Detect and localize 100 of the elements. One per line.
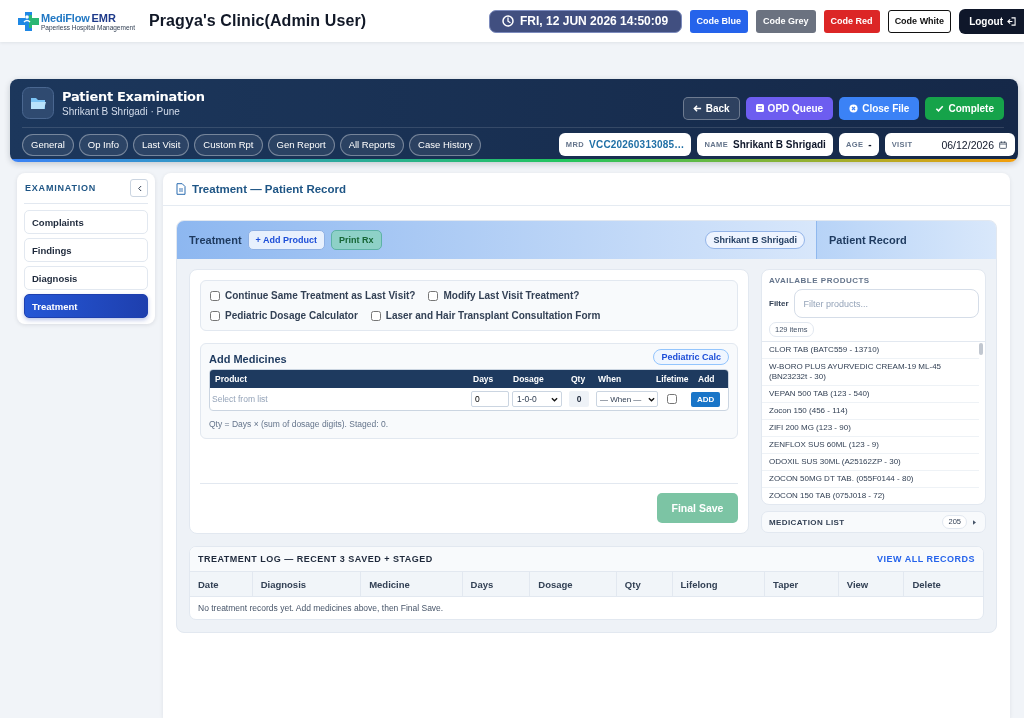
qty-hint: Qty = Days × (sum of dosage digits). Staged: 0.	[209, 419, 390, 429]
column-header: Days	[472, 374, 495, 384]
pediatric-calc-button[interactable]: Pediatric Calc	[653, 349, 729, 365]
dosage-select[interactable]: 1-0-0	[512, 391, 562, 407]
arrow-left-icon	[692, 103, 702, 113]
close-file-button[interactable]: Close File	[839, 96, 920, 120]
chip-value: VCC20260313085…	[589, 139, 685, 150]
print-button[interactable]: Print Rx	[331, 230, 382, 250]
patient-tag: Shrikant B Shrigadi	[705, 231, 805, 249]
section-title: Treatment — Patient Record	[192, 183, 346, 195]
patient-record-title: Patient Record	[829, 234, 907, 246]
code-alert-button[interactable]: Code White	[887, 9, 952, 33]
product-item[interactable]: W-BORO PLUS AYURVEDIC CREAM-19 ML-45 (BN23232t - 30)	[762, 359, 979, 386]
column-header: Qty	[616, 572, 673, 596]
chip-value: Shrikant B Shrigadi	[733, 139, 826, 150]
column-header: Add	[697, 374, 716, 384]
nav-tab[interactable]: General	[22, 133, 74, 156]
checkbox[interactable]	[428, 290, 439, 301]
datetime-display: FRI, 12 JUN 2026 14:50:09	[488, 9, 682, 33]
close-icon	[849, 103, 859, 113]
checkbox-label: Pediatric Dosage Calculator	[225, 310, 358, 321]
nav-tab[interactable]: Case History	[409, 133, 482, 156]
lifetime-checkbox[interactable]	[667, 394, 677, 404]
queue-button[interactable]: OPD Queue	[745, 96, 834, 120]
days-field[interactable]: 0	[471, 391, 509, 407]
logo-name: MediFlow	[41, 11, 90, 24]
scrollbar-thumb[interactable]	[979, 343, 983, 355]
column-header: View	[838, 572, 905, 596]
add-medicines-title: Add Medicines	[209, 352, 287, 365]
column-header: Dosage	[530, 572, 617, 596]
sidebar-item[interactable]: Findings	[24, 238, 148, 262]
sidebar-item[interactable]: Diagnosis	[24, 266, 148, 290]
medication-list-title: MEDICATION LIST	[769, 517, 845, 527]
product-item[interactable]: VEPAN 500 TAB (123 - 540)	[762, 386, 979, 403]
calendar-icon	[999, 140, 1007, 149]
chevron-down-icon	[648, 396, 655, 402]
chevron-left-icon	[136, 184, 142, 192]
add-button[interactable]: ADD	[691, 391, 721, 407]
product-item[interactable]: ZIFI 200 MG (123 - 90)	[762, 420, 979, 437]
list-icon	[755, 104, 764, 112]
back-button[interactable]: Back	[682, 96, 740, 120]
logout-button[interactable]: Logout	[959, 8, 1024, 34]
nav-tab[interactable]: Gen Report	[267, 133, 335, 156]
column-header: Dosage	[512, 374, 545, 384]
caret-right-icon	[973, 519, 976, 525]
treatment-log-title: TREATMENT LOG — RECENT 3 SAVED + STAGED	[198, 554, 433, 564]
check-icon	[935, 103, 945, 113]
add-product-button[interactable]: + Add Product	[247, 230, 325, 250]
column-header: Delete	[911, 577, 942, 592]
view-all-records-link[interactable]: VIEW ALL RECORDS	[877, 554, 975, 564]
column-header: Days	[462, 572, 531, 596]
sidebar-title: EXAMINATION	[25, 183, 97, 193]
product-item[interactable]: CLOR TAB (BATC559 - 13710)	[762, 342, 979, 359]
code-alert-button[interactable]: Code Grey	[756, 9, 816, 33]
when-select[interactable]: — When —	[596, 391, 658, 407]
checkbox-label: Laser and Hair Transplant Consultation Form	[385, 310, 601, 321]
nav-tab[interactable]: Last Visit	[133, 133, 190, 156]
nav-tab[interactable]: Custom Rpt	[194, 133, 263, 156]
treatment-title: Treatment	[189, 234, 242, 246]
code-alert-button[interactable]: Code Red	[823, 9, 880, 33]
product-item[interactable]: ODOXIL SUS 30ML (A25162ZP - 30)	[762, 454, 979, 471]
checkbox-label: Modify Last Visit Treatment?	[443, 290, 580, 301]
code-alert-button[interactable]: Code Blue	[689, 9, 749, 33]
product-item[interactable]: Zocon 150 (456 - 114)	[762, 403, 979, 420]
chevron-down-icon	[551, 396, 558, 402]
qty-value: 0	[569, 391, 589, 407]
document-icon	[176, 183, 186, 195]
logo-icon	[18, 11, 40, 31]
column-header: Diagnosis	[252, 572, 362, 596]
checkbox[interactable]	[210, 310, 220, 321]
products-title: AVAILABLE PRODUCTS	[768, 276, 871, 285]
column-header: Product	[215, 374, 249, 384]
column-header: Medicine	[361, 572, 463, 596]
product-item[interactable]: ZOCON 50MG DT TAB. (055F0144 - 80)	[762, 471, 979, 488]
column-header: When	[597, 374, 623, 384]
logo-suffix: EMR	[91, 11, 116, 24]
column-header: Lifelong	[672, 572, 766, 596]
logout-icon	[1007, 16, 1016, 26]
sidebar-item[interactable]: Complaints	[24, 210, 148, 234]
chip-value: -	[868, 139, 872, 150]
filter-label: Filter	[769, 299, 789, 308]
patient-subtitle: Shrikant B Shrigadi · Pune	[62, 106, 181, 117]
column-header: Qty	[570, 374, 587, 384]
checkbox[interactable]	[210, 290, 220, 301]
sidebar-item[interactable]: Treatment	[24, 294, 148, 318]
column-header: Taper	[765, 572, 839, 596]
nav-tab[interactable]: All Reports	[339, 133, 405, 156]
product-item[interactable]: ZENFLOX SUS 60ML (123 - 9)	[762, 437, 979, 454]
checkbox-label: Continue Same Treatment as Last Visit?	[225, 290, 416, 301]
checkbox[interactable]	[370, 310, 381, 321]
column-header: Date	[190, 572, 253, 596]
clock-icon	[502, 15, 515, 27]
date-value: 06/12/2026	[941, 138, 994, 151]
filter-field[interactable]: Filter products...	[793, 289, 979, 318]
nav-tab[interactable]: Op Info	[78, 133, 128, 156]
clinic-title: Pragya's Clinic(Admin User)	[148, 12, 367, 30]
page-title: Patient Examination	[62, 89, 205, 104]
column-header: Lifetime	[655, 374, 690, 384]
product-item[interactable]: ZOCON 150 TAB (075J018 - 72)	[762, 488, 979, 504]
empty-message: No treatment records yet. Add medicines above, then Final Save.	[198, 603, 444, 613]
